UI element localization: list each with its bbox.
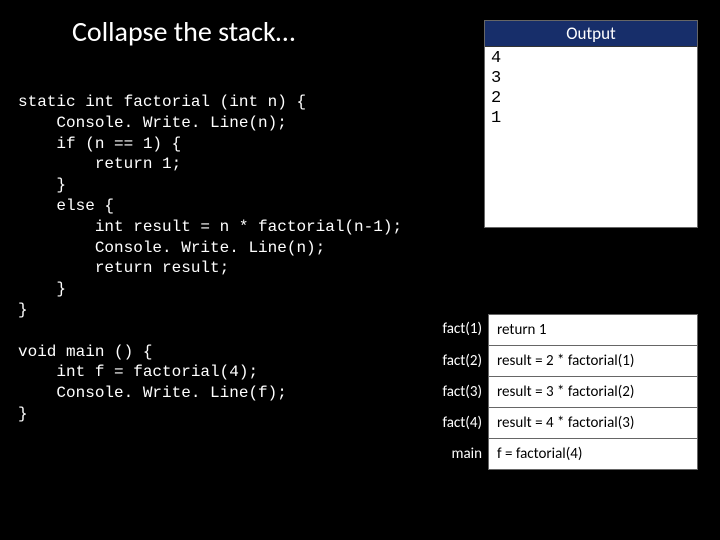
output-line: 3 — [491, 69, 691, 89]
stack-frame-label: fact(1) — [430, 314, 488, 346]
output-header: Output — [485, 21, 697, 47]
stack-frame-label: main — [430, 439, 488, 470]
call-stack: fact(1) return 1 fact(2) result = 2 * fa… — [430, 314, 698, 470]
output-line: 2 — [491, 89, 691, 109]
stack-frame-value: result = 2 * factorial(1) — [488, 345, 698, 377]
code-listing: static int factorial (int n) { Console. … — [18, 92, 402, 425]
output-line: 4 — [491, 49, 691, 69]
stack-row: fact(3) result = 3 * factorial(2) — [430, 377, 698, 408]
output-panel: Output 4 3 2 1 — [484, 20, 698, 228]
output-line: 1 — [491, 109, 691, 129]
slide-title: Collapse the stack… — [72, 14, 295, 49]
stack-row: fact(2) result = 2 * factorial(1) — [430, 346, 698, 377]
stack-frame-value: return 1 — [488, 314, 698, 346]
stack-frame-value: f = factorial(4) — [488, 438, 698, 470]
stack-row: fact(1) return 1 — [430, 314, 698, 346]
stack-frame-value: result = 4 * factorial(3) — [488, 407, 698, 439]
stack-frame-label: fact(4) — [430, 408, 488, 439]
stack-frame-label: fact(2) — [430, 346, 488, 377]
stack-frame-value: result = 3 * factorial(2) — [488, 376, 698, 408]
stack-row: fact(4) result = 4 * factorial(3) — [430, 408, 698, 439]
output-body: 4 3 2 1 — [485, 47, 697, 131]
stack-frame-label: fact(3) — [430, 377, 488, 408]
stack-row: main f = factorial(4) — [430, 439, 698, 470]
